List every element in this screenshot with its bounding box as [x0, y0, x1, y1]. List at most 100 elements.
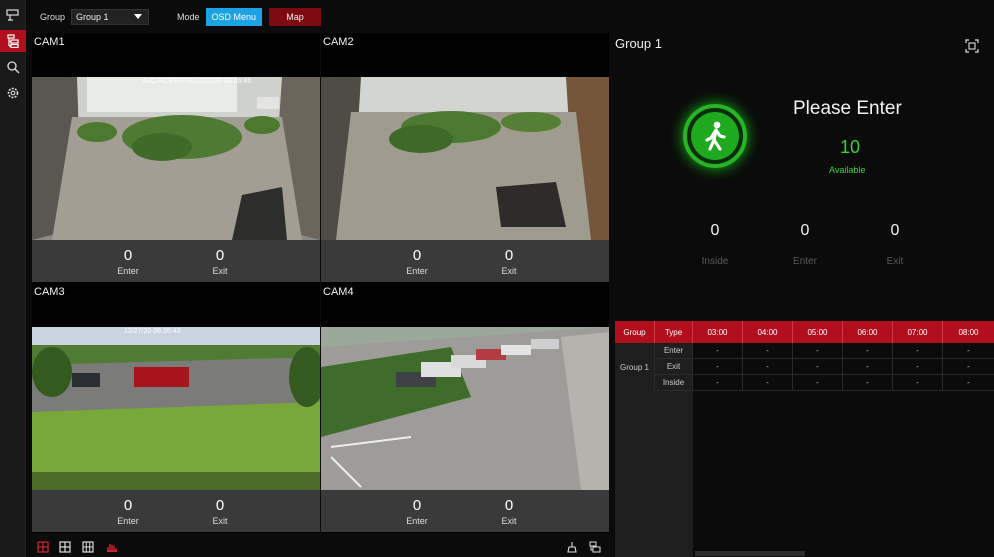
- walking-status-indicator: [683, 104, 747, 168]
- value-cell: -: [943, 343, 994, 359]
- header-hour: 04:00: [743, 321, 793, 343]
- exit-label: Exit: [212, 265, 228, 276]
- record-icon[interactable]: [589, 541, 601, 553]
- layout-4-icon[interactable]: [37, 541, 49, 553]
- value-cell: -: [893, 359, 943, 375]
- table-body: Group 1 Enter - - - - - - Exit - - - - -…: [615, 343, 994, 391]
- exit-count: 0: [890, 222, 900, 239]
- exit-label: Exit: [886, 256, 904, 267]
- table-header: Group Type 03:00 04:00 05:00 06:00 07:00…: [615, 321, 994, 343]
- horizontal-scrollbar[interactable]: [695, 551, 805, 556]
- camera-feed-3: 12/27/20 08:35:43: [32, 327, 320, 490]
- enter-stat: 0 Enter: [371, 490, 463, 532]
- statistics-table: Group Type 03:00 04:00 05:00 06:00 07:00…: [615, 321, 994, 391]
- group-select[interactable]: Group 1: [71, 8, 150, 25]
- enter-label: Enter: [406, 515, 428, 526]
- status-message: Please Enter: [793, 98, 902, 119]
- type-cell: Enter: [655, 343, 693, 359]
- camera-title: CAM1: [34, 36, 65, 48]
- type-cell: Exit: [655, 359, 693, 375]
- camera-stats: 0 Enter 0 Exit: [321, 240, 609, 282]
- inside-label: Inside: [701, 256, 729, 267]
- settings-button[interactable]: [0, 82, 26, 104]
- inside-counter: 0 Inside: [685, 222, 745, 267]
- exit-count: 0: [504, 246, 514, 264]
- exit-count: 0: [215, 246, 225, 264]
- camera-stats: 0 Enter 0 Exit: [321, 490, 609, 532]
- table-empty-area: [615, 391, 994, 557]
- available-label: Available: [829, 165, 866, 175]
- layout-9-icon[interactable]: [59, 541, 71, 553]
- value-cell: -: [743, 359, 793, 375]
- camera-tile-3[interactable]: CAM3 12/27/20 08:35:43 0 Enter 0 Exit: [32, 283, 320, 533]
- table-row: Inside - - - - - -: [615, 375, 994, 391]
- panel-title: Group 1: [615, 36, 662, 51]
- camera-feed-1: AVC-NCE51F28 12/27/20 08:35:46: [32, 77, 320, 240]
- left-rail: [0, 0, 26, 557]
- value-cell: -: [943, 359, 994, 375]
- mode-label: Mode: [177, 11, 200, 22]
- camera-title: CAM4: [323, 286, 354, 298]
- value-cell: -: [693, 343, 743, 359]
- layout-16-icon[interactable]: [82, 541, 94, 553]
- group-cell: Group 1: [615, 343, 655, 391]
- live-view-button[interactable]: [0, 4, 26, 26]
- people-count-button[interactable]: [0, 30, 26, 52]
- camera-stats: 0 Enter 0 Exit: [32, 240, 320, 282]
- app-window: Group Group 1 Mode OSD Menu Map CAM1 AVC…: [0, 0, 994, 557]
- value-cell: -: [693, 359, 743, 375]
- table-row: Enter - - - - - -: [615, 343, 994, 359]
- chevron-down-icon: [134, 14, 143, 19]
- settings-icon: [7, 87, 19, 99]
- enter-label: Enter: [117, 515, 139, 526]
- enter-count: 0: [123, 496, 133, 514]
- value-cell: -: [843, 375, 893, 391]
- header-type: Type: [655, 321, 693, 343]
- clear-icon[interactable]: [566, 541, 578, 553]
- fullscreen-icon[interactable]: [965, 39, 979, 53]
- value-cell: -: [693, 375, 743, 391]
- search-button[interactable]: [0, 56, 26, 78]
- inside-count: 0: [710, 222, 720, 239]
- value-cell: -: [843, 343, 893, 359]
- camera-feed-2: [321, 77, 609, 240]
- value-cell: -: [743, 375, 793, 391]
- top-bar: Group Group 1 Mode OSD Menu Map: [26, 0, 611, 33]
- exit-label: Exit: [501, 265, 517, 276]
- camera-tile-4[interactable]: CAM4 0 Enter 0 Exit: [321, 283, 609, 533]
- osd-menu-button[interactable]: OSD Menu: [205, 7, 263, 26]
- group-select-value: Group 1: [76, 11, 109, 22]
- camera-icon: [6, 9, 19, 21]
- value-cell: -: [843, 359, 893, 375]
- value-cell: -: [793, 359, 843, 375]
- exit-stat: 0 Exit: [174, 490, 266, 532]
- camera-tile-2[interactable]: CAM2 0 Enter 0 Exit: [321, 33, 609, 283]
- map-button[interactable]: Map: [269, 7, 322, 26]
- header-group: Group: [615, 321, 655, 343]
- type-cell: Inside: [655, 375, 693, 391]
- header-hour: 06:00: [843, 321, 893, 343]
- value-cell: -: [893, 375, 943, 391]
- header-hour: 03:00: [693, 321, 743, 343]
- exit-count: 0: [504, 496, 514, 514]
- exit-count: 0: [215, 496, 225, 514]
- header-hour: 05:00: [793, 321, 843, 343]
- exit-stat: 0 Exit: [174, 240, 266, 282]
- value-cell: -: [893, 343, 943, 359]
- svg-text:AVC-NCE51F28 12/27/20 08:35:4: AVC-NCE51F28 12/27/20 08:35:46: [142, 78, 251, 85]
- camera-tile-1[interactable]: CAM1 AVC-NCE51F28 12/27/20 08:35:46 0 En…: [32, 33, 320, 283]
- camera-title: CAM3: [34, 286, 65, 298]
- available-count: 10: [840, 137, 861, 157]
- enter-label: Enter: [406, 265, 428, 276]
- exit-label: Exit: [501, 515, 517, 526]
- enter-label: Enter: [793, 256, 817, 267]
- search-icon: [7, 61, 20, 74]
- enter-label: Enter: [117, 265, 139, 276]
- people-counting-icon[interactable]: [106, 541, 118, 553]
- enter-count: 0: [412, 496, 422, 514]
- enter-stat: 0 Enter: [82, 240, 174, 282]
- exit-label: Exit: [212, 515, 228, 526]
- enter-counter: 0 Enter: [775, 222, 835, 267]
- enter-stat: 0 Enter: [371, 240, 463, 282]
- header-hour: 08:00: [958, 327, 979, 337]
